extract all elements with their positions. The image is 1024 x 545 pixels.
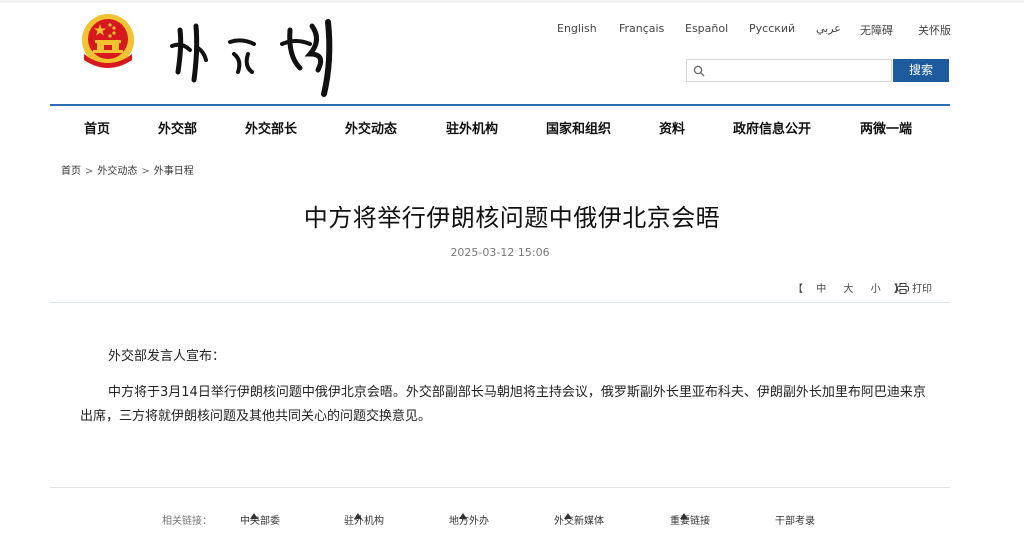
breadcrumb-separator: > [85, 166, 94, 177]
search-box [686, 59, 892, 82]
content-divider [50, 302, 950, 303]
print-button[interactable]: 打印 [897, 280, 932, 295]
article-title: 中方将举行伊朗核问题中俄伊北京会晤 [303, 204, 721, 232]
font-size-medium-button[interactable]: 中 [816, 284, 826, 295]
footer-link-label: 外交新媒体 [554, 516, 604, 527]
lang-french-link[interactable]: Français [619, 22, 664, 35]
footer-link-local-foreign-offices[interactable]: 地方外办 [449, 512, 489, 527]
breadcrumb-home[interactable]: 首页 [61, 166, 81, 177]
footer-link-label: 驻外机构 [344, 516, 384, 527]
print-label: 打印 [912, 284, 932, 295]
related-links-label: 相关链接： [162, 516, 212, 527]
main-nav: 首页 外交部 外交部长 外交动态 驻外机构 国家和组织 资料 政府信息公开 两微… [50, 104, 950, 146]
lang-spanish-link[interactable]: Español [685, 22, 728, 35]
footer-link-civil-service-exam[interactable]: 干部考录 [775, 512, 815, 527]
breadcrumb: 首页 > 外交动态 > 外事日程 [61, 162, 194, 177]
printer-icon [897, 283, 909, 294]
footer-link-label: 重要链接 [670, 516, 710, 527]
search-icon [693, 65, 705, 77]
nav-item-countries-orgs[interactable]: 国家和组织 [546, 118, 611, 137]
search-input[interactable] [707, 61, 889, 80]
lang-english-link[interactable]: English [557, 22, 597, 35]
nav-item-minister[interactable]: 外交部长 [245, 118, 297, 137]
nav-item-gov-info[interactable]: 政府信息公开 [733, 118, 811, 137]
article-date: 2025-03-12 15:06 [450, 246, 550, 259]
lang-arabic-link[interactable]: عربي [816, 22, 841, 35]
ministry-calligraphy-logo[interactable] [160, 10, 350, 100]
bracket-open: 【 [793, 284, 803, 295]
national-emblem-icon[interactable] [76, 10, 140, 76]
search-button[interactable]: 搜索 [893, 59, 949, 82]
nav-item-resources[interactable]: 资料 [659, 118, 685, 137]
nav-item-missions-abroad[interactable]: 驻外机构 [446, 118, 498, 137]
nav-item-ministry[interactable]: 外交部 [158, 118, 197, 137]
breadcrumb-diplomatic-news[interactable]: 外交动态 [97, 166, 137, 177]
footer-divider [50, 487, 950, 488]
footer-link-label: 中央部委 [240, 516, 280, 527]
breadcrumb-foreign-affairs-schedule[interactable]: 外事日程 [154, 166, 194, 177]
nav-item-social-media[interactable]: 两微一端 [860, 118, 912, 137]
font-size-large-button[interactable]: 大 [843, 284, 853, 295]
related-links-bar: 相关链接： 中央部委 驻外机构 地方外办 外交新媒体 重要链接 干部考录 [0, 512, 1024, 532]
footer-link-label: 地方外办 [449, 516, 489, 527]
footer-link-new-media[interactable]: 外交新媒体 [554, 512, 604, 527]
font-size-small-button[interactable]: 小 [871, 284, 881, 295]
article-paragraph: 中方将于3月14日举行伊朗核问题中俄伊北京会晤。外交部副部长马朝旭将主持会议，俄… [80, 385, 926, 424]
nav-item-home[interactable]: 首页 [84, 118, 110, 137]
footer-link-missions-abroad[interactable]: 驻外机构 [344, 512, 384, 527]
accessibility-link[interactable]: 无障碍 [860, 22, 893, 38]
font-size-tools: 【 中 大 小 】 [790, 280, 907, 295]
article-paragraph: 外交部发言人宣布： [108, 349, 226, 364]
footer-link-central-ministries[interactable]: 中央部委 [240, 512, 280, 527]
top-rule [0, 0, 1024, 3]
lang-russian-link[interactable]: Русский [749, 22, 795, 35]
footer-link-important-links[interactable]: 重要链接 [670, 512, 710, 527]
nav-item-diplomatic-news[interactable]: 外交动态 [345, 118, 397, 137]
language-bar: English Français Español Русский عربي 无障… [540, 22, 952, 40]
elderly-care-mode-link[interactable]: 关怀版 [918, 22, 951, 38]
breadcrumb-separator: > [141, 166, 150, 177]
